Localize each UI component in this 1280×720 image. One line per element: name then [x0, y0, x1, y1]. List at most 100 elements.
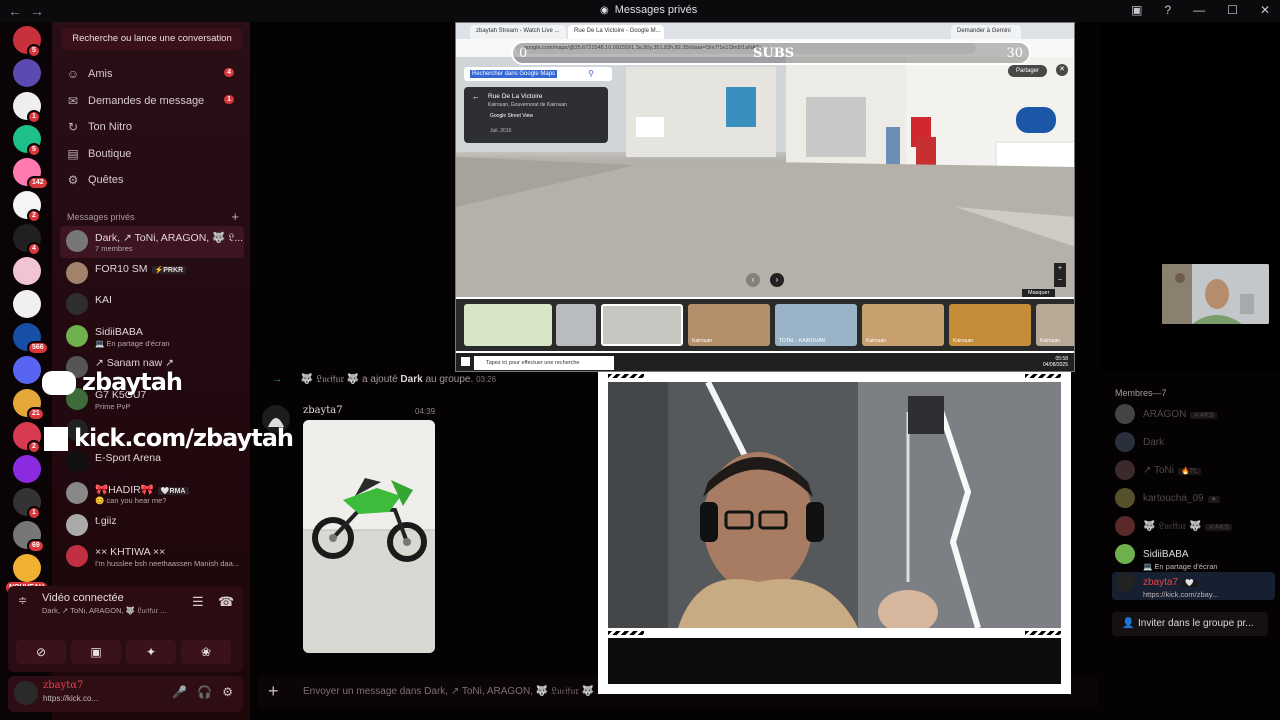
photo-thumbnail[interactable] — [556, 304, 596, 346]
windows-start-icon[interactable] — [461, 357, 470, 366]
prev-arrow-icon[interactable]: ‹ — [746, 273, 760, 287]
close-button[interactable]: ✕ — [1260, 3, 1270, 17]
member-item[interactable]: SidiiBABA 💻 En partage d'écran — [1112, 544, 1277, 571]
noise-suppression-icon[interactable]: ☰ — [192, 594, 204, 610]
member-item[interactable]: Dark — [1112, 432, 1277, 454]
user-status: https://kick.co... — [43, 694, 99, 703]
participant-video-tile[interactable] — [1162, 264, 1269, 324]
photo-thumbnail[interactable]: TOTAL - KAIROUAN — [775, 304, 857, 346]
subs-goal-overlay: 0 SUBS 30 — [511, 41, 1031, 65]
dm-name: SidiiBABA — [95, 325, 143, 338]
nav-item-1[interactable]: ✉ Demandes de message 1 — [60, 89, 242, 113]
user-name[interactable]: zbaytα7 — [43, 680, 83, 691]
member-item[interactable]: ARAGON ☠AKS — [1112, 404, 1277, 426]
dm-item[interactable]: FOR10 SM ⚡PRKR — [60, 258, 244, 290]
screen-share-button[interactable]: ▣ — [71, 640, 121, 664]
next-arrow-icon[interactable]: › — [770, 273, 784, 287]
dm-avatar — [66, 261, 88, 284]
server-icon[interactable] — [13, 257, 41, 285]
webcam-stream[interactable] — [598, 372, 1071, 694]
search-icon[interactable]: ⚲ — [588, 69, 594, 78]
photo-thumbnail[interactable]: Kairouan — [862, 304, 944, 346]
member-avatar — [1115, 516, 1135, 536]
close-streetview-icon[interactable]: ✕ — [1056, 64, 1068, 76]
back-arrow-icon[interactable]: ← — [472, 92, 480, 101]
server-icon[interactable] — [13, 356, 41, 384]
settings-gear-icon[interactable]: ⚙ — [222, 685, 233, 699]
photo-thumbnail[interactable]: Kairouan — [688, 304, 770, 346]
taskbar-search[interactable]: Tapez ici pour effectuer une recherche — [474, 356, 614, 370]
attach-plus-icon[interactable]: + — [268, 681, 279, 702]
share-button[interactable]: Partager — [1008, 65, 1048, 77]
microphone-icon[interactable]: 🎤 — [172, 685, 187, 699]
unread-badge: 21 — [27, 407, 45, 421]
composer-placeholder[interactable]: Envoyer un message dans Dark, ↗ ToNi, AR… — [303, 686, 594, 697]
photo-thumbnail-selected[interactable] — [601, 304, 683, 346]
search-conversation-button[interactable]: Recherche ou lance une conversation — [62, 28, 242, 50]
browser-tab[interactable]: zbaytah Stream - Watch Live ... — [470, 25, 566, 39]
dm-item[interactable]: ×× KHTIWA ×× I'm husslee bsh neethaassen … — [60, 541, 244, 573]
member-item[interactable]: kartoucha_09 ★ — [1112, 488, 1277, 510]
frame-decoration — [608, 374, 644, 378]
dm-item[interactable]: KAI — [60, 289, 244, 321]
soundboard-button[interactable]: ❀ — [181, 640, 231, 664]
count-badge: 4 — [224, 68, 234, 77]
nav-item-4[interactable]: ⚙ Quêtes — [60, 168, 242, 192]
member-name: kartoucha_09 ★ — [1143, 493, 1220, 504]
inbox-icon[interactable]: ▣ — [1131, 3, 1142, 17]
maps-location-card[interactable]: ← Rue De La Victoire Kairouan, Gouvernor… — [464, 87, 608, 143]
server-icon[interactable] — [13, 290, 41, 318]
dm-avatar — [66, 482, 88, 504]
browser-tab-active[interactable]: Rue De La Victoire - Google M... — [568, 25, 664, 39]
server-icon[interactable] — [13, 554, 41, 582]
headphones-icon[interactable]: 🎧 — [197, 685, 212, 699]
zoom-controls[interactable]: + − — [1054, 263, 1066, 287]
photo-thumbnail[interactable]: Kairouan — [949, 304, 1031, 346]
member-list-header: Membres—7 — [1115, 388, 1167, 398]
dm-avatar — [66, 545, 88, 567]
unread-badge: 142 — [27, 176, 49, 190]
unread-badge: 4 — [27, 242, 41, 256]
dm-avatar — [66, 513, 88, 536]
unread-badge: 5 — [27, 143, 41, 157]
camera-off-button[interactable]: ⊘ — [16, 640, 66, 664]
member-tag: 🤍 — [1182, 580, 1197, 587]
stream-overlay-discord-brand: zbaytah — [42, 368, 183, 396]
invite-group-button[interactable]: 👤 Inviter dans le groupe pr... — [1112, 612, 1268, 636]
member-item[interactable]: ↗ ToNi 🔥TL — [1112, 460, 1277, 482]
help-icon[interactable]: ? — [1164, 3, 1171, 17]
nav-item-3[interactable]: ▤ Boutique — [60, 142, 242, 166]
dm-subtext: 😊 can you hear me? — [95, 496, 167, 505]
message-image-attachment[interactable] — [303, 420, 435, 653]
dm-avatar — [66, 324, 88, 347]
message-author[interactable]: zbayta7 — [303, 405, 343, 416]
dm-item[interactable]: Dark, ↗ ToNi, ARAGON, 🐺 𝔏... 7 membres — [60, 226, 244, 258]
member-item[interactable]: zbayta7 🤍 https://kick.com/zbay... — [1112, 572, 1275, 600]
signal-icon: ≑ — [18, 595, 28, 607]
taskbar-clock: 05:58 04/08/2025 — [1042, 356, 1068, 368]
activities-button[interactable]: ✦ — [126, 640, 176, 664]
maps-search-input[interactable]: Rechercher dans Google Maps ⚲ — [464, 67, 612, 81]
screen-share-stream[interactable]: zbaytah Stream - Watch Live ... Rue De L… — [455, 22, 1075, 372]
dm-item[interactable]: SidiiBABA 💻 En partage d'écran — [60, 321, 244, 353]
minimap-thumbnail[interactable] — [464, 304, 552, 346]
create-dm-icon[interactable]: + — [231, 209, 239, 224]
minimize-button[interactable]: — — [1193, 3, 1205, 17]
user-panel: zbaytα7 https://kick.co... 🎤 🎧 ⚙ — [8, 676, 243, 712]
photo-thumbnail[interactable]: Kairouan — [1036, 304, 1074, 346]
maximize-button[interactable]: ☐ — [1227, 3, 1238, 17]
dm-subtext: Prime PvP — [95, 401, 131, 411]
server-icon[interactable] — [13, 59, 41, 87]
disconnect-icon[interactable]: ☎ — [218, 594, 234, 610]
nav-icon: ↻ — [67, 120, 79, 134]
user-avatar[interactable] — [14, 681, 38, 705]
gemini-tab[interactable]: Demander à Gemini — [951, 25, 1021, 39]
member-item[interactable]: 🐺 𝔏𝔲𝔠𝔦𝔣𝔲𝔯 🐺 ☠AKS — [1112, 516, 1277, 538]
nav-item-2[interactable]: ↻ Ton Nitro — [60, 115, 242, 139]
dm-item[interactable]: t.giiz — [60, 510, 244, 542]
history-nav[interactable]: ←→ — [8, 3, 52, 19]
nav-item-0[interactable]: ☺ Amis 4 — [60, 62, 242, 86]
hide-button[interactable]: Masquer — [1022, 289, 1056, 297]
dm-item[interactable]: 🎀HADIR🎀 🤍RMA 😊 can you hear me? — [60, 478, 244, 510]
server-icon[interactable] — [13, 455, 41, 483]
